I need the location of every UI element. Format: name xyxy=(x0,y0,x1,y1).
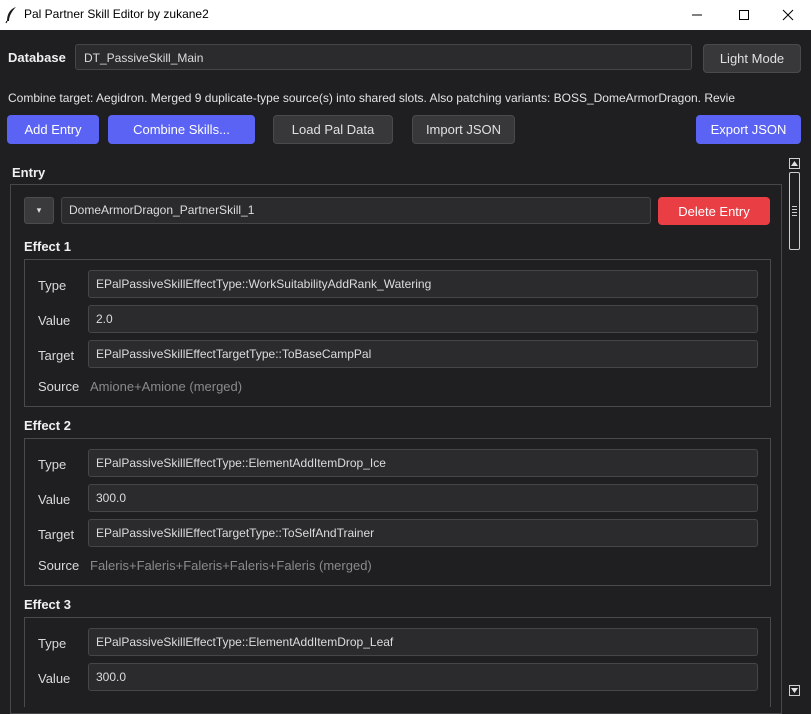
scroll-up-button[interactable] xyxy=(789,158,800,169)
maximize-icon xyxy=(739,10,749,20)
load-pal-data-button[interactable]: Load Pal Data xyxy=(273,115,393,144)
effect-3-type-input[interactable]: EPalPassiveSkillEffectType::ElementAddIt… xyxy=(88,628,758,656)
status-message: Combine target: Aegidron. Merged 9 dupli… xyxy=(8,91,736,105)
effect-1-source-label: Source xyxy=(38,379,80,394)
chevron-down-icon: ▾ xyxy=(36,205,42,216)
minimize-icon xyxy=(692,14,702,16)
maximize-button[interactable] xyxy=(721,0,767,30)
light-mode-button[interactable]: Light Mode xyxy=(703,44,801,73)
scrollbar-thumb[interactable] xyxy=(789,172,800,250)
feather-icon xyxy=(5,7,16,24)
effect-2-target-label: Target xyxy=(38,527,75,542)
effect-1-value-label: Value xyxy=(38,313,71,328)
effect-2-value-label: Value xyxy=(38,492,71,507)
entry-name-input[interactable]: DomeArmorDragon_PartnerSkill_1 xyxy=(61,197,651,224)
database-label: Database xyxy=(8,50,66,65)
effect-3-value-label: Value xyxy=(38,671,71,686)
effect-2-value-input[interactable]: 300.0 xyxy=(88,484,758,512)
effect-2-heading: Effect 2 xyxy=(24,418,71,433)
entry-heading: Entry xyxy=(12,165,46,180)
effect-3-heading: Effect 3 xyxy=(24,597,71,612)
effect-2-type-label: Type xyxy=(38,457,67,472)
vertical-scrollbar[interactable] xyxy=(788,156,802,698)
effect-2-type-input[interactable]: EPalPassiveSkillEffectType::ElementAddIt… xyxy=(88,449,758,477)
effect-2-source-value: Faleris+Faleris+Faleris+Faleris+Faleris … xyxy=(90,558,372,573)
database-input[interactable]: DT_PassiveSkill_Main xyxy=(75,44,692,70)
window-title: Pal Partner Skill Editor by zukane2 xyxy=(24,7,209,21)
title-bar: Pal Partner Skill Editor by zukane2 xyxy=(0,0,811,30)
effect-1-type-label: Type xyxy=(38,278,67,293)
effect-1-heading: Effect 1 xyxy=(24,239,71,254)
export-json-button[interactable]: Export JSON xyxy=(696,115,801,144)
scroll-down-button[interactable] xyxy=(789,685,800,696)
combine-skills-button[interactable]: Combine Skills... xyxy=(108,115,255,144)
import-json-button[interactable]: Import JSON xyxy=(412,115,515,144)
effect-1-target-input[interactable]: EPalPassiveSkillEffectTargetType::ToBase… xyxy=(88,340,758,368)
minimize-button[interactable] xyxy=(674,0,720,30)
delete-entry-button[interactable]: Delete Entry xyxy=(658,197,770,225)
add-entry-button[interactable]: Add Entry xyxy=(7,115,99,144)
arrow-up-icon xyxy=(791,161,798,166)
effect-1-type-input[interactable]: EPalPassiveSkillEffectType::WorkSuitabil… xyxy=(88,270,758,298)
effect-1-value-input[interactable]: 2.0 xyxy=(88,305,758,333)
effect-1-source-value: Amione+Amione (merged) xyxy=(90,379,243,394)
effect-3-value-input[interactable]: 300.0 xyxy=(88,663,758,691)
close-icon xyxy=(782,9,794,21)
effect-2-target-input[interactable]: EPalPassiveSkillEffectTargetType::ToSelf… xyxy=(88,519,758,547)
effect-3-type-label: Type xyxy=(38,636,67,651)
arrow-down-icon xyxy=(791,688,798,693)
effect-2-source-label: Source xyxy=(38,558,80,573)
collapse-button[interactable]: ▾ xyxy=(24,197,54,224)
effect-1-target-label: Target xyxy=(38,348,75,363)
close-button[interactable] xyxy=(765,0,811,30)
